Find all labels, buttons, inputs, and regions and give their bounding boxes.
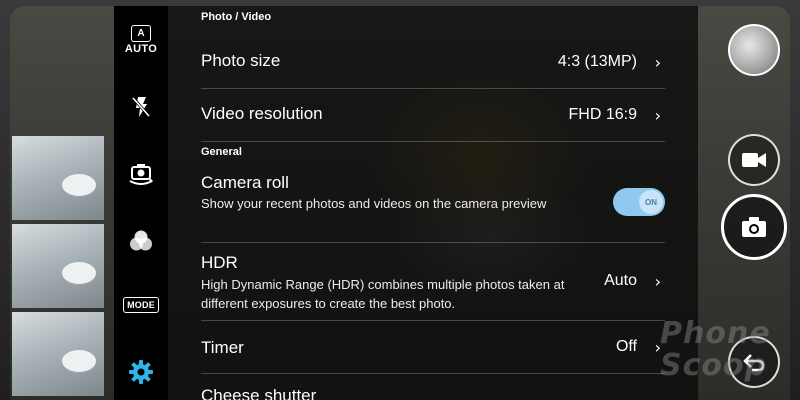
gallery-thumbnail-strip[interactable]: [12, 136, 104, 400]
setting-timer[interactable]: Timer Off ›: [201, 321, 665, 374]
auto-mode-button[interactable]: A AUTO: [114, 22, 168, 58]
camera-icon[interactable]: [721, 194, 787, 260]
setting-hdr[interactable]: HDR High Dynamic Range (HDR) combines mu…: [201, 243, 665, 321]
gallery-preview-button[interactable]: [728, 24, 780, 76]
setting-title: HDR: [201, 253, 238, 272]
camera-settings-panel: Photo / Video Photo size 4:3 (13MP) › Vi…: [168, 6, 698, 400]
setting-title: Timer: [201, 338, 244, 357]
gallery-thumbnail[interactable]: [12, 224, 104, 308]
video-camera-icon[interactable]: [728, 134, 780, 186]
section-header-photo-video: Photo / Video: [201, 11, 272, 23]
camera-icon-bar: A AUTO MODE: [114, 6, 168, 400]
setting-value: Auto: [604, 272, 637, 289]
setting-title: Photo size: [201, 51, 281, 70]
camera-screen: A AUTO MODE Photo / Video Photo size 4:3…: [10, 6, 790, 400]
setting-camera-roll[interactable]: Camera roll Show your recent photos and …: [201, 168, 665, 243]
setting-photo-size[interactable]: Photo size 4:3 (13MP) ›: [201, 36, 665, 89]
gear-icon[interactable]: [114, 356, 168, 388]
auto-mode-badge-letter: A: [131, 25, 151, 42]
camera-roll-toggle[interactable]: ON: [613, 188, 665, 216]
auto-mode-label: AUTO: [124, 43, 158, 55]
back-arrow-icon[interactable]: [728, 336, 780, 388]
chevron-right-icon: ›: [654, 106, 661, 125]
setting-description: Show your recent photos and videos on th…: [201, 196, 547, 211]
flash-off-icon[interactable]: [114, 92, 168, 122]
setting-video-resolution[interactable]: Video resolution FHD 16:9 ›: [201, 89, 665, 142]
setting-value: Off: [615, 338, 637, 355]
chevron-right-icon: ›: [654, 338, 661, 357]
mode-label: MODE: [123, 297, 159, 313]
setting-title: Camera roll: [201, 173, 289, 192]
color-filter-icon[interactable]: [114, 224, 168, 258]
gallery-thumbnail[interactable]: [12, 136, 104, 220]
setting-title: Video resolution: [201, 104, 323, 123]
mode-button[interactable]: MODE: [114, 292, 168, 318]
chevron-right-icon: ›: [654, 53, 661, 72]
setting-value: FHD 16:9: [568, 106, 637, 123]
setting-value: 4:3 (13MP): [557, 53, 637, 70]
setting-cheese-shutter[interactable]: Cheese shutter: [201, 374, 665, 400]
setting-title: Cheese shutter: [201, 386, 317, 400]
camera-controls: [698, 6, 790, 400]
gallery-thumbnail[interactable]: [12, 312, 104, 396]
setting-description: High Dynamic Range (HDR) combines multip…: [201, 277, 565, 311]
section-header-general: General: [201, 146, 242, 158]
chevron-right-icon: ›: [654, 272, 661, 291]
switch-camera-icon[interactable]: [114, 156, 168, 190]
toggle-knob: ON: [639, 190, 663, 214]
